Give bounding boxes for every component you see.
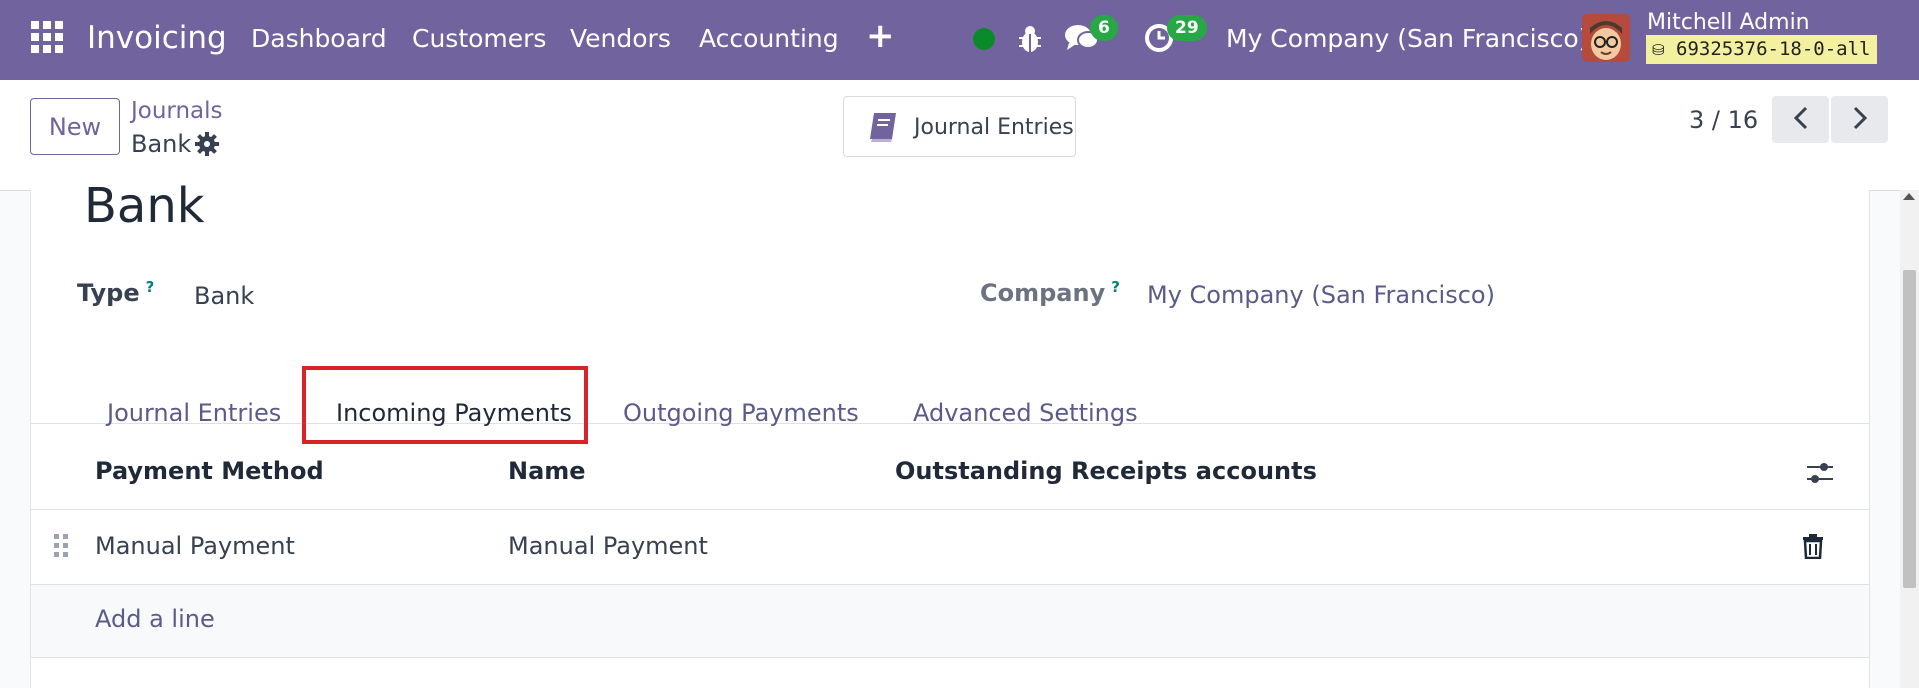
messages-badge: 6: [1090, 15, 1118, 41]
column-payment-method[interactable]: Payment Method: [95, 457, 324, 485]
company-value[interactable]: My Company (San Francisco): [1147, 281, 1495, 309]
menu-vendors[interactable]: Vendors: [570, 24, 671, 53]
app-name[interactable]: Invoicing: [87, 20, 227, 56]
chevron-right-icon: [1851, 105, 1869, 135]
cell-payment-method[interactable]: Manual Payment: [95, 532, 295, 560]
scroll-up-arrow-icon[interactable]: [1903, 193, 1915, 200]
form-sheet: Bank Type? Bank Company? My Company (San…: [30, 178, 1870, 688]
add-menu-icon[interactable]: +: [866, 16, 895, 56]
column-outstanding-receipts[interactable]: Outstanding Receipts accounts: [895, 457, 1317, 485]
chevron-left-icon: [1792, 105, 1810, 135]
breadcrumb-current: Bank: [131, 130, 192, 158]
journal-entries-smart-button[interactable]: Journal Entries: [843, 96, 1076, 157]
menu-dashboard[interactable]: Dashboard: [251, 24, 387, 53]
debug-bug-icon[interactable]: [1017, 24, 1043, 58]
company-label: Company?: [980, 278, 1120, 307]
pager-value[interactable]: 3 / 16: [1689, 106, 1758, 134]
type-label: Type?: [77, 278, 155, 307]
optional-columns-icon[interactable]: [1806, 460, 1834, 490]
tab-advanced-settings[interactable]: Advanced Settings: [913, 399, 1138, 427]
database-name: 69325376-18-0-all: [1676, 38, 1871, 60]
cell-name[interactable]: Manual Payment: [508, 532, 708, 560]
user-avatar[interactable]: [1582, 14, 1630, 62]
activities-badge: 29: [1167, 15, 1207, 41]
presence-status-icon[interactable]: [973, 28, 995, 50]
smart-button-label: Journal Entries: [914, 115, 1074, 140]
record-title[interactable]: Bank: [84, 178, 205, 234]
pager-next-button[interactable]: [1831, 96, 1888, 143]
breadcrumb-journals[interactable]: Journals: [131, 98, 223, 124]
add-line-row: [31, 585, 1869, 658]
company-switcher[interactable]: My Company (San Francisco): [1226, 24, 1588, 53]
menu-customers[interactable]: Customers: [412, 24, 546, 53]
table-row[interactable]: [31, 510, 1869, 585]
type-help-icon[interactable]: ?: [146, 278, 155, 296]
gear-icon[interactable]: [195, 132, 219, 160]
apps-menu-icon[interactable]: [31, 21, 63, 53]
database-badge: ⛁ 69325376-18-0-all: [1646, 35, 1877, 64]
control-panel: New Journals Bank Journal Entries 3 / 16: [0, 80, 1919, 191]
drag-handle-icon[interactable]: [53, 533, 69, 563]
company-help-icon[interactable]: ?: [1111, 278, 1120, 296]
column-name[interactable]: Name: [508, 457, 586, 485]
pager-previous-button[interactable]: [1772, 96, 1829, 143]
scrollbar-thumb[interactable]: [1903, 270, 1916, 588]
tab-journal-entries[interactable]: Journal Entries: [107, 399, 281, 427]
menu-accounting[interactable]: Accounting: [699, 24, 839, 53]
database-icon: ⛁: [1652, 41, 1665, 59]
add-line-link[interactable]: Add a line: [95, 605, 215, 633]
new-button[interactable]: New: [30, 98, 120, 155]
tab-outgoing-payments[interactable]: Outgoing Payments: [623, 399, 859, 427]
trash-icon[interactable]: [1802, 533, 1824, 563]
top-navbar: Invoicing Dashboard Customers Vendors Ac…: [0, 0, 1919, 80]
active-tab-highlight: [302, 366, 588, 444]
book-icon: [866, 109, 902, 149]
user-name[interactable]: Mitchell Admin: [1647, 10, 1810, 35]
type-value[interactable]: Bank: [194, 282, 254, 310]
